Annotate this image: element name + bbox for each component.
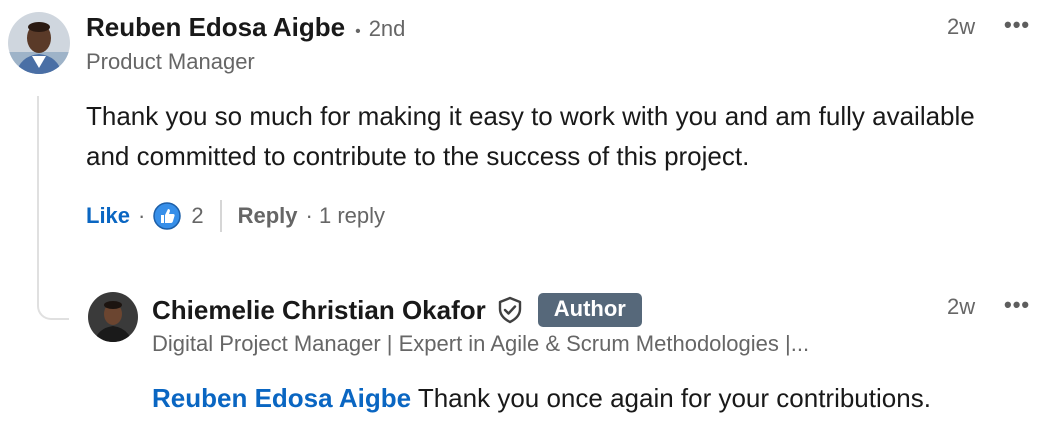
more-options-icon[interactable]: •••	[1004, 12, 1030, 38]
reply-text: Reuben Edosa Aigbe Thank you once again …	[152, 378, 1032, 418]
avatar[interactable]	[8, 12, 70, 74]
reply-button[interactable]: Reply	[238, 203, 298, 229]
comment-author-name[interactable]: Reuben Edosa Aigbe	[86, 12, 345, 43]
replies-count[interactable]: · 1 reply	[306, 203, 385, 229]
comment-timestamp: 2w	[947, 14, 976, 39]
reply-message: Thank you once again for your contributi…	[411, 383, 931, 413]
action-separator: ·	[138, 203, 146, 228]
more-options-icon[interactable]: •••	[1004, 292, 1030, 318]
author-badge: Author	[537, 293, 642, 327]
shield-check-icon	[496, 296, 524, 324]
reply-author-name[interactable]: Chiemelie Christian Okafor	[152, 295, 486, 326]
like-button[interactable]: Like	[86, 203, 130, 229]
comment-text: Thank you so much for making it easy to …	[86, 101, 975, 171]
connection-degree: 2nd	[368, 16, 406, 41]
reaction-count[interactable]: 2	[191, 203, 203, 229]
thumbs-up-icon[interactable]	[153, 202, 182, 230]
reply-author-headline: Digital Project Manager | Expert in Agil…	[152, 331, 810, 356]
mention-link[interactable]: Reuben Edosa Aigbe	[152, 383, 411, 413]
comment-actions: Like · 2 Reply · 1 reply	[86, 200, 385, 232]
reply-timestamp: 2w	[947, 294, 976, 319]
avatar[interactable]	[88, 292, 138, 342]
comment-author-headline: Product Manager	[86, 49, 255, 74]
thread-connector-line	[37, 96, 69, 320]
degree-separator: •	[355, 23, 361, 40]
actions-divider	[219, 200, 222, 232]
